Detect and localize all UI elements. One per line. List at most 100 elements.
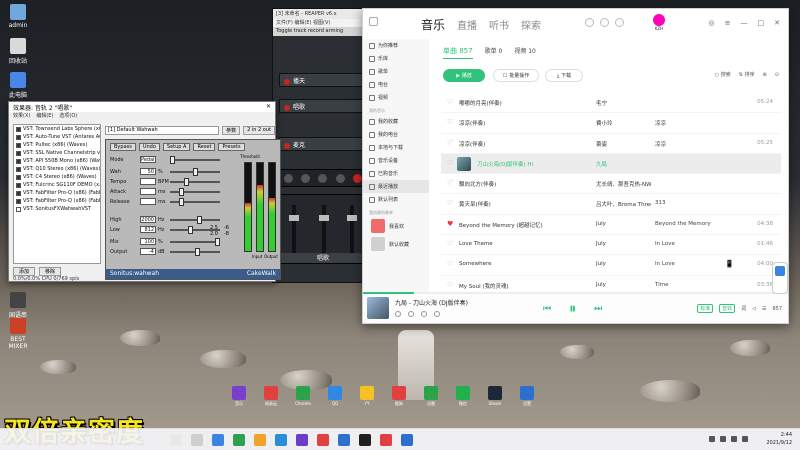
network-icon[interactable]	[720, 436, 726, 442]
refresh-icon[interactable]	[615, 18, 624, 27]
playback-progress[interactable]	[363, 292, 788, 294]
reset-button[interactable]: Reset	[193, 143, 216, 151]
content-tab[interactable]: 视频 10	[514, 46, 536, 55]
song-title[interactable]: Beyond the Memory (超越记忆)	[459, 221, 579, 229]
param-value-field[interactable]	[140, 188, 156, 195]
slider-thumb[interactable]	[183, 178, 189, 186]
presets-button[interactable]: Presets	[218, 143, 245, 151]
song-artist[interactable]: July	[596, 241, 651, 247]
desktop-app-shortcut[interactable]: QQ	[324, 386, 346, 406]
fx-enable-checkbox[interactable]	[16, 134, 21, 140]
fx-enable-checkbox[interactable]	[16, 126, 21, 132]
share-icon[interactable]	[421, 311, 427, 317]
taskbar-app-icon[interactable]	[170, 434, 182, 446]
daw-track[interactable]: 麦克	[279, 137, 367, 151]
param-slider[interactable]	[170, 248, 220, 256]
param-value-field[interactable]: 100	[140, 238, 156, 245]
desktop-shortcut[interactable]: 回收站	[3, 38, 33, 65]
user-avatar[interactable]: KZH	[649, 14, 669, 34]
fx-enable-checkbox[interactable]	[16, 174, 21, 180]
sidebar-item[interactable]: 电台	[363, 78, 429, 91]
song-row[interactable]: ♡ 黄天旱(伴奏) 吕大叶、Broma Three 313	[441, 194, 781, 215]
sidebar-item[interactable]: 本地与下载	[363, 141, 429, 154]
song-title[interactable]: 刀山火海(DJ版伴奏) Hi	[477, 160, 597, 168]
desktop-app-shortcut[interactable]: 网易云	[260, 386, 282, 407]
song-row[interactable]: ♡ 凉凉(伴奏) 萧姿 凉凉 05:25	[441, 134, 781, 154]
sidebar-item[interactable]: 为你推荐	[363, 39, 429, 52]
param-slider[interactable]	[170, 168, 220, 176]
back-icon[interactable]	[369, 17, 378, 26]
close-icon[interactable]: ✕	[266, 103, 271, 111]
song-album[interactable]: Time	[655, 282, 715, 288]
previous-icon[interactable]: ⏮	[543, 304, 551, 314]
daw-menu[interactable]: 文件(F) 编辑(E) 视图(V)	[273, 19, 371, 27]
setup-button[interactable]: Setup A	[162, 143, 191, 151]
fx-enable-checkbox[interactable]	[16, 198, 21, 204]
slider-thumb[interactable]	[194, 248, 200, 256]
quality-button[interactable]: 标准	[697, 304, 714, 313]
daw-mixer[interactable]: 唱歌	[279, 194, 367, 264]
desktop-app-shortcut[interactable]: Steam	[484, 386, 506, 406]
music-nav-tab[interactable]: 听书	[489, 17, 509, 32]
taskbar-app-icon[interactable]	[233, 434, 245, 446]
daw-track[interactable]: 播天	[279, 73, 367, 87]
param-value-field[interactable]: -4	[140, 248, 156, 255]
slider-thumb[interactable]	[188, 226, 193, 234]
desktop-app-shortcut[interactable]: 酷狗	[388, 386, 410, 407]
param-value-field[interactable]	[140, 178, 156, 185]
music-nav-tab[interactable]: 探索	[521, 17, 541, 32]
menu-icon[interactable]: ≡	[725, 19, 731, 27]
record-arm-icon[interactable]	[284, 78, 290, 85]
song-title[interactable]: My Soul (我的灵魂)	[459, 282, 579, 290]
fx-menu-item[interactable]: 编辑(E)	[36, 112, 53, 120]
song-title[interactable]: 凉凉(伴奏)	[459, 119, 579, 127]
heart-icon[interactable]: ♡	[447, 281, 454, 289]
sidebar-item[interactable]: 歌单	[363, 65, 429, 78]
fx-enable-checkbox[interactable]	[16, 142, 21, 148]
taskbar-app-icon[interactable]	[275, 434, 287, 446]
avatar[interactable]	[653, 14, 665, 26]
sidebar-item[interactable]: 已购音乐	[363, 167, 429, 180]
effect-button[interactable]: 音效	[719, 304, 736, 313]
content-tab[interactable]: 歌单 0	[485, 46, 503, 55]
wahwah-plugin-ui[interactable]: Bypass Undo Setup A Reset Presets Mode Pe…	[105, 139, 281, 280]
chevron-up-icon[interactable]	[709, 436, 715, 442]
taskbar-app-icon[interactable]	[380, 434, 392, 446]
fx-enable-checkbox[interactable]	[16, 166, 21, 172]
record-arm-icon[interactable]	[284, 104, 290, 111]
desktop-shortcut[interactable]: 此电脑	[3, 72, 33, 99]
fx-plugin-row[interactable]: VST: SonitusFXWahwahVST	[14, 205, 100, 213]
song-row[interactable]: ♡ Love Theme July In Love 01:46	[441, 235, 781, 256]
rewind-icon[interactable]	[284, 173, 294, 183]
sidebar-item[interactable]: 视频	[363, 91, 429, 104]
heart-icon[interactable]: ♡	[447, 180, 454, 187]
fx-plugin-row[interactable]: VST: API 550B Mono (x86) (Wav...	[14, 157, 100, 165]
song-artist[interactable]: 尤长靖、那吾克热-NW	[596, 180, 651, 188]
fx-plugin-row[interactable]: VST: SSL Native Channelstrip v6...	[14, 149, 100, 157]
heart-icon[interactable]: ♡	[447, 200, 454, 207]
song-title[interactable]: 黄天旱(伴奏)	[459, 200, 579, 208]
slider-thumb[interactable]	[215, 238, 220, 246]
now-playing-title[interactable]: 九局 - 刀山火海 (DJ版伴奏)	[395, 298, 468, 307]
volume-icon[interactable]: ◁	[752, 306, 756, 312]
desktop-app-shortcut[interactable]: 音乐	[228, 386, 250, 407]
song-album[interactable]: 凉凉	[655, 140, 715, 148]
content-tab[interactable]: 单曲 857	[443, 46, 473, 59]
slider-thumb[interactable]	[179, 198, 184, 206]
desktop-app-shortcut[interactable]: 微信	[452, 386, 474, 407]
fx-plugin-row[interactable]: VST: Auto-Tune VST (Antares Au...	[14, 133, 100, 141]
undo-button[interactable]: Undo	[138, 143, 160, 151]
fx-plugin-row[interactable]: VST: FabFilter Pro-Q (x86) (FabFilt...	[14, 197, 100, 205]
taskbar-app-icon[interactable]	[191, 434, 203, 446]
maximize-icon[interactable]: □	[758, 19, 765, 27]
param-value-field[interactable]: Pedal	[140, 156, 156, 163]
comment-icon[interactable]	[408, 311, 414, 317]
record-arm-icon[interactable]	[284, 142, 290, 149]
desktop-app-shortcut[interactable]: 设置	[516, 386, 538, 407]
desktop-shortcut[interactable]: BEST MIXER	[3, 318, 33, 350]
heart-icon[interactable]: ♡	[447, 99, 454, 106]
fader-knob[interactable]	[289, 215, 299, 221]
add-fx-button[interactable]: 添加	[13, 267, 36, 276]
param-value-field[interactable]	[140, 198, 156, 205]
sort-button[interactable]: ⇅ 排序	[739, 71, 755, 78]
